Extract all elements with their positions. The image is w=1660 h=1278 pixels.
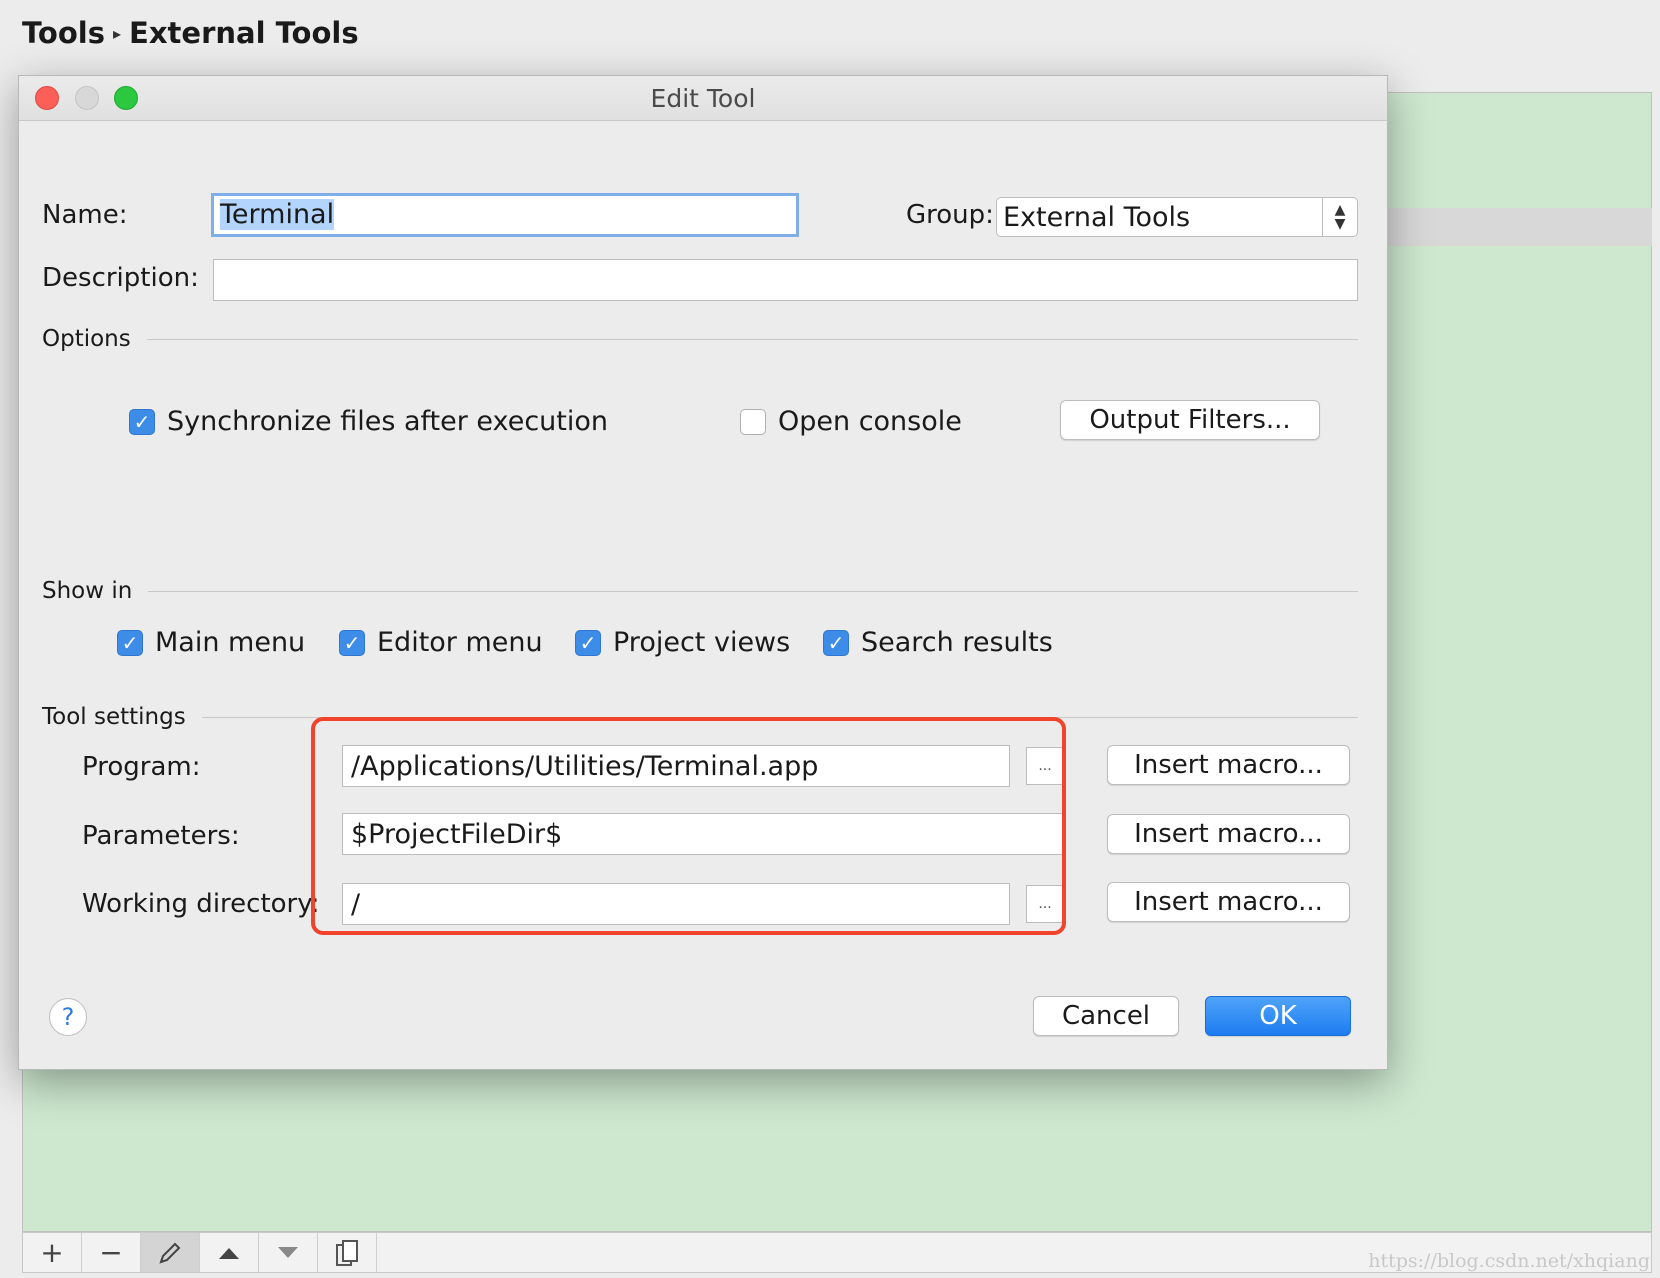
group-label: Group: [906, 200, 994, 230]
working-directory-input[interactable]: / [342, 883, 1010, 925]
name-input-value: Terminal [220, 199, 335, 230]
working-directory-browse-button[interactable]: ... [1026, 885, 1064, 923]
parameters-input[interactable]: $ProjectFileDir$ [342, 813, 1066, 855]
description-label: Description: [42, 263, 199, 293]
working-directory-label: Working directory: [82, 889, 320, 919]
plus-icon[interactable]: + [23, 1233, 82, 1272]
working-directory-insert-macro-button[interactable]: Insert macro... [1107, 882, 1350, 922]
checkmark-icon: ✓ [129, 408, 155, 435]
watermark: https://blog.csdn.net/xhqiang [1368, 1250, 1650, 1272]
options-divider [146, 338, 1358, 340]
sync-files-label: Synchronize files after execution [167, 406, 608, 437]
name-label: Name: [42, 200, 128, 230]
show-in-main-menu-checkbox[interactable]: ✓ Main menu [117, 627, 305, 658]
program-browse-button[interactable]: ... [1026, 747, 1064, 785]
show-in-section-header: Show in [42, 578, 1358, 604]
empty-checkbox-icon [740, 408, 766, 435]
checkmark-icon: ✓ [339, 629, 365, 656]
pencil-icon[interactable] [141, 1233, 200, 1272]
open-console-checkbox[interactable]: Open console [740, 406, 962, 437]
ok-button[interactable]: OK [1205, 996, 1351, 1036]
breadcrumb-parent[interactable]: Tools [22, 16, 105, 50]
description-input[interactable] [213, 259, 1358, 301]
program-label: Program: [82, 752, 201, 782]
show-in-search-results-checkbox[interactable]: ✓ Search results [823, 627, 1053, 658]
list-selected-row[interactable] [1380, 208, 1652, 246]
help-icon[interactable]: ? [49, 998, 87, 1036]
dialog-title: Edit Tool [650, 84, 756, 113]
show-in-editor-menu-label: Editor menu [377, 627, 543, 658]
parameters-label: Parameters: [82, 821, 240, 851]
name-input[interactable]: Terminal [211, 193, 799, 237]
chevron-up-down-icon: ▲ ▼ [1322, 198, 1357, 236]
minus-icon[interactable]: − [82, 1233, 141, 1272]
copy-icon[interactable] [318, 1233, 377, 1272]
show-in-divider [148, 590, 1358, 592]
breadcrumb: Tools ▸ External Tools [22, 16, 359, 50]
group-select-value: External Tools [1003, 201, 1191, 233]
sync-files-checkbox[interactable]: ✓ Synchronize files after execution [129, 406, 608, 437]
breadcrumb-current: External Tools [129, 16, 359, 50]
options-heading: Options [42, 326, 131, 352]
parameters-insert-macro-button[interactable]: Insert macro... [1107, 814, 1350, 854]
show-in-project-views-label: Project views [613, 627, 791, 658]
options-section-header: Options [42, 326, 1358, 352]
cancel-button[interactable]: Cancel [1033, 996, 1179, 1036]
output-filters-button[interactable]: Output Filters... [1060, 400, 1320, 440]
dialog-titlebar: Edit Tool [19, 76, 1387, 121]
breadcrumb-separator-icon: ▸ [112, 23, 122, 43]
show-in-heading: Show in [42, 578, 133, 604]
checkmark-icon: ✓ [117, 629, 143, 656]
open-console-label: Open console [778, 406, 962, 437]
tool-settings-divider [201, 716, 1358, 718]
arrow-down-icon[interactable] [259, 1233, 318, 1272]
group-select[interactable]: External Tools ▲ ▼ [996, 197, 1358, 237]
program-input[interactable]: /Applications/Utilities/Terminal.app [342, 745, 1010, 787]
show-in-editor-menu-checkbox[interactable]: ✓ Editor menu [339, 627, 543, 658]
show-in-main-menu-label: Main menu [155, 627, 306, 658]
checkmark-icon: ✓ [823, 629, 849, 656]
arrow-up-icon[interactable] [200, 1233, 259, 1272]
show-in-search-results-label: Search results [861, 627, 1053, 658]
tool-settings-heading: Tool settings [42, 704, 186, 730]
checkmark-icon: ✓ [575, 629, 601, 656]
program-insert-macro-button[interactable]: Insert macro... [1107, 745, 1350, 785]
show-in-project-views-checkbox[interactable]: ✓ Project views [575, 627, 790, 658]
tool-settings-section-header: Tool settings [42, 704, 1358, 730]
edit-tool-dialog: Edit Tool Name: Terminal Group: External… [18, 75, 1388, 1070]
